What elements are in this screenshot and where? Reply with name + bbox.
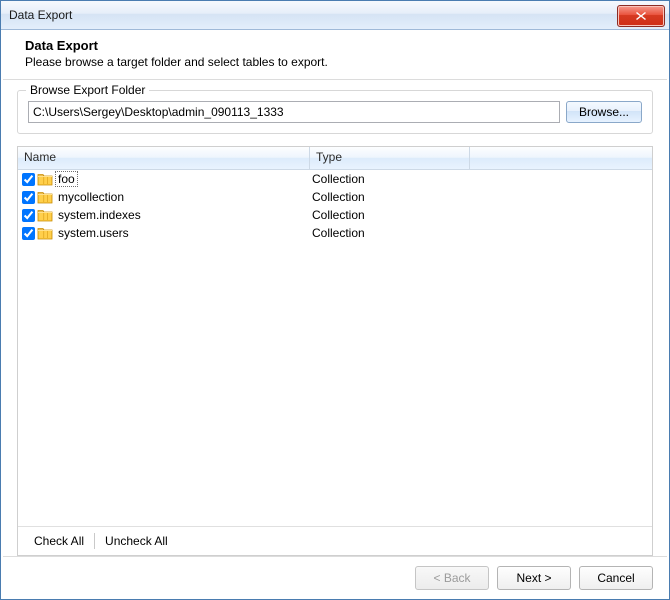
browse-row: Browse... xyxy=(28,101,642,123)
table-footer: Check All Uncheck All xyxy=(18,526,652,555)
table-row[interactable]: mycollection Collection xyxy=(18,188,652,206)
browse-folder-group: Browse Export Folder Browse... xyxy=(17,90,653,134)
row-name-label: system.indexes xyxy=(55,208,144,222)
browse-folder-legend: Browse Export Folder xyxy=(26,83,149,97)
cell-name: system.indexes xyxy=(18,208,310,222)
folder-icon xyxy=(37,226,53,240)
row-name-label: foo xyxy=(55,171,78,187)
table-header: Name Type xyxy=(18,147,652,170)
row-checkbox[interactable] xyxy=(22,209,35,222)
content-area: Data Export Please browse a target folde… xyxy=(1,30,669,599)
cancel-button[interactable]: Cancel xyxy=(579,566,653,590)
table-body: fooCollectionmycollectionCollectionsyste… xyxy=(18,170,652,526)
back-button[interactable]: < Back xyxy=(415,566,489,590)
window-title: Data Export xyxy=(9,8,72,22)
row-name-label: system.users xyxy=(55,226,132,240)
column-header-name[interactable]: Name xyxy=(18,147,310,169)
dialog-window: Data Export Data Export Please browse a … xyxy=(0,0,670,600)
tables-list: Name Type foo Collection mycollection Colle… xyxy=(17,146,653,556)
titlebar: Data Export xyxy=(1,1,669,30)
export-path-input[interactable] xyxy=(28,101,560,123)
row-checkbox[interactable] xyxy=(22,191,35,204)
row-checkbox[interactable] xyxy=(22,227,35,240)
row-type-label: Collection xyxy=(310,226,470,240)
close-button[interactable] xyxy=(617,5,665,27)
header-block: Data Export Please browse a target folde… xyxy=(3,30,667,80)
button-bar: < Back Next > Cancel xyxy=(3,556,667,599)
row-name-label: mycollection xyxy=(55,190,127,204)
check-all-button[interactable]: Check All xyxy=(24,530,94,552)
browse-button[interactable]: Browse... xyxy=(566,101,642,123)
table-row[interactable]: system.users Collection xyxy=(18,224,652,242)
column-header-type[interactable]: Type xyxy=(310,147,470,169)
folder-icon xyxy=(37,172,53,186)
cell-name: system.users xyxy=(18,226,310,240)
cell-name: mycollection xyxy=(18,190,310,204)
column-header-spacer xyxy=(470,147,652,169)
cell-name: foo xyxy=(18,171,310,187)
next-button[interactable]: Next > xyxy=(497,566,571,590)
row-checkbox[interactable] xyxy=(22,173,35,186)
close-icon xyxy=(635,11,647,21)
table-row[interactable]: foo Collection xyxy=(18,170,652,188)
folder-icon xyxy=(37,208,53,222)
folder-icon xyxy=(37,190,53,204)
page-title: Data Export xyxy=(25,38,653,53)
row-type-label: Collection xyxy=(310,172,470,186)
page-subtitle: Please browse a target folder and select… xyxy=(25,55,653,69)
row-type-label: Collection xyxy=(310,208,470,222)
table-row[interactable]: system.indexes Collection xyxy=(18,206,652,224)
row-type-label: Collection xyxy=(310,190,470,204)
uncheck-all-button[interactable]: Uncheck All xyxy=(95,530,178,552)
